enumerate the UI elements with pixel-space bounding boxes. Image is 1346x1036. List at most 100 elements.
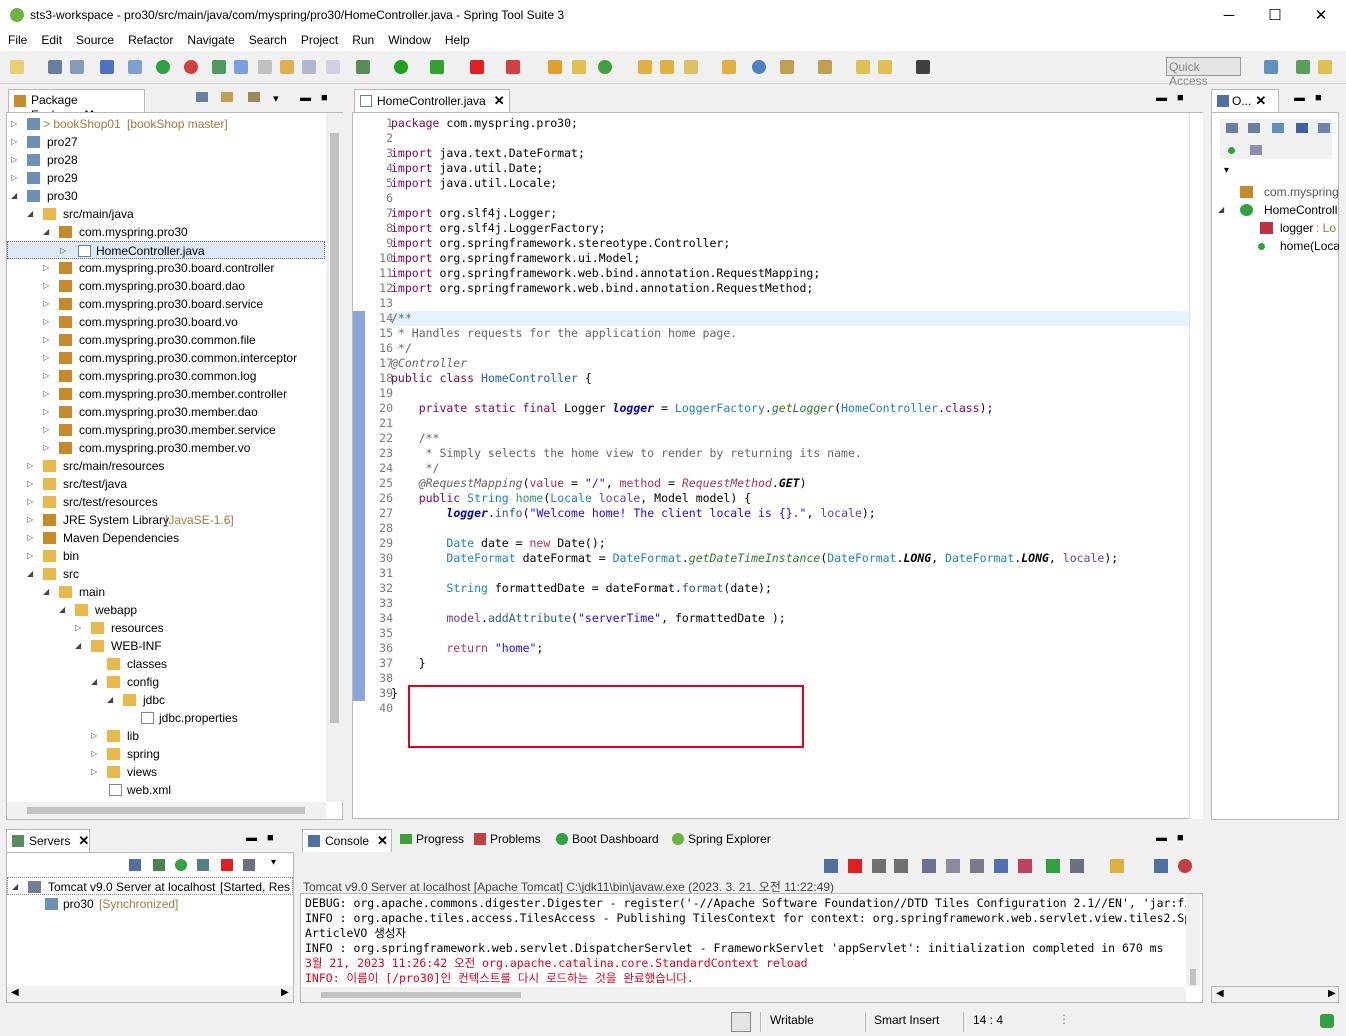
hide-fields-icon[interactable] — [1272, 123, 1284, 133]
close-icon[interactable]: ✕ — [494, 93, 505, 108]
view-menu-icon[interactable]: ▾ — [273, 93, 289, 105]
tree-item-bookshop01[interactable]: ▷ > bookShop01 [bookShop master] — [7, 115, 325, 133]
word-wrap-icon[interactable] — [970, 859, 984, 873]
menu-file[interactable]: File — [0, 31, 33, 47]
servers-horizontal-scrollbar[interactable]: ◀ ▶ — [7, 986, 293, 1002]
tab-spring-explorer[interactable]: Spring Explorer — [670, 832, 771, 846]
outline-item-class[interactable]: ◢ HomeControll — [1212, 201, 1339, 219]
forward-icon[interactable] — [916, 60, 930, 74]
boot-dashboard-icon[interactable] — [156, 60, 170, 74]
profile-server-icon[interactable] — [197, 859, 209, 871]
prev-annotation-icon[interactable] — [818, 60, 832, 74]
pe-vertical-scrollbar[interactable] — [326, 113, 343, 802]
open-folder-icon[interactable] — [638, 60, 652, 74]
open-type-icon[interactable] — [258, 60, 272, 74]
pin-console-icon[interactable] — [1046, 859, 1060, 873]
pencil-icon[interactable] — [684, 60, 698, 74]
tab-boot-dashboard[interactable]: Boot Dashboard — [554, 832, 659, 846]
server-item-pro30[interactable]: pro30 [Synchronized] — [7, 895, 293, 913]
minimize-icon[interactable]: ▬ — [1156, 92, 1177, 104]
run-icon[interactable] — [394, 60, 408, 74]
maximize-icon[interactable]: ■ — [321, 92, 338, 104]
collapse-all-icon[interactable] — [196, 92, 208, 102]
globe-icon[interactable] — [752, 60, 766, 74]
servers-minmax[interactable]: ▬■ — [246, 832, 284, 844]
menu-help[interactable]: Help — [437, 31, 476, 47]
tab-package-explorer[interactable]: Package Explorer✕ — [8, 89, 145, 122]
tab-outline[interactable]: O... ✕ — [1211, 89, 1279, 112]
spring-icon[interactable] — [184, 60, 198, 74]
pe-view-toolbar[interactable] — [196, 92, 256, 105]
remove-launch-icon[interactable] — [872, 859, 886, 873]
open-console-icon[interactable] — [1110, 859, 1124, 873]
last-edit-icon[interactable] — [856, 60, 870, 74]
skip-breakpoints-icon[interactable] — [128, 60, 142, 74]
console-vertical-scrollbar[interactable] — [1186, 894, 1200, 987]
remove-all-icon[interactable] — [894, 859, 908, 873]
minimize-icon[interactable]: ▬ — [1156, 832, 1177, 844]
save-icon[interactable] — [48, 60, 62, 74]
sort-icon[interactable] — [1248, 123, 1260, 133]
outline-item-package[interactable]: com.myspring — [1212, 183, 1339, 201]
open-perspective-icon[interactable] — [1264, 60, 1278, 74]
console-horizontal-scrollbar[interactable] — [301, 987, 1186, 1002]
editor-minmax[interactable]: ▬■ — [1156, 92, 1194, 104]
tab-homecontroller-java[interactable]: HomeController.java ✕ — [354, 89, 510, 112]
hide-local-types-icon[interactable] — [1250, 145, 1262, 155]
close-icon[interactable]: ✕ — [1255, 93, 1266, 108]
editor-overview-ruler[interactable] — [1189, 113, 1203, 819]
java-perspective-icon[interactable] — [1296, 60, 1310, 74]
minimize-icon[interactable]: ▬ — [1294, 92, 1315, 104]
brush-icon[interactable] — [234, 60, 248, 74]
collapse-all-icon[interactable] — [1226, 123, 1238, 133]
menu-project[interactable]: Project — [293, 31, 344, 47]
pe-menu[interactable]: ▾ — [248, 92, 289, 105]
outline-item-logger[interactable]: logger : Lo — [1212, 219, 1339, 237]
menu-search[interactable]: Search — [241, 31, 293, 47]
clear-console-icon[interactable] — [922, 859, 936, 873]
menu-navigate[interactable]: Navigate — [179, 31, 240, 47]
tab-console[interactable]: Console ✕ — [302, 829, 392, 852]
debug-icon[interactable] — [356, 60, 370, 74]
maximize-icon[interactable]: ■ — [1177, 832, 1194, 844]
outline-item-home[interactable]: home(Loca — [1212, 237, 1339, 255]
back-icon[interactable] — [878, 60, 892, 74]
close-icon[interactable]: ✕ — [377, 833, 388, 848]
run-external-icon[interactable] — [430, 60, 444, 74]
outline-minmax[interactable]: ▬■ — [1294, 92, 1332, 104]
minimize-icon[interactable]: ▬ — [300, 92, 321, 104]
open-project-icon[interactable] — [660, 60, 674, 74]
maximize-console-icon[interactable] — [1178, 859, 1192, 873]
view-menu-icon[interactable]: ▾ — [271, 857, 276, 868]
minimize-icon[interactable]: ▬ — [246, 832, 267, 844]
scroll-lock-icon[interactable] — [946, 859, 960, 873]
close-icon[interactable]: ✕ — [78, 833, 89, 848]
maximize-icon[interactable]: ■ — [1177, 92, 1194, 104]
search-folder-icon[interactable] — [722, 60, 736, 74]
menu-edit[interactable]: Edit — [33, 31, 68, 47]
open-task-icon[interactable] — [280, 60, 294, 74]
tree-item-jre[interactable]: ▷ JRE System Library [JavaSE-1.6] — [7, 511, 325, 529]
new-icon[interactable] — [10, 60, 24, 74]
quick-access-input[interactable]: Quick Access — [1166, 57, 1241, 88]
menu-run[interactable]: Run — [344, 31, 380, 47]
collapse-icon[interactable] — [129, 859, 141, 871]
filter-icon[interactable] — [248, 92, 260, 102]
coverage-icon[interactable] — [506, 60, 520, 74]
new-package-icon[interactable] — [572, 60, 586, 74]
tab-problems[interactable]: Problems — [472, 832, 541, 846]
save-all-icon[interactable] — [70, 60, 84, 74]
menu-refactor[interactable]: Refactor — [120, 31, 179, 47]
new-class-icon[interactable] — [598, 60, 612, 74]
show-stdout-icon[interactable] — [994, 859, 1008, 873]
show-stderr-icon[interactable] — [1018, 859, 1032, 873]
publish-icon[interactable] — [243, 859, 255, 871]
menu-source[interactable]: Source — [68, 31, 120, 47]
link-editor-icon[interactable] — [221, 92, 234, 102]
tab-servers[interactable]: Servers ✕ — [6, 829, 90, 852]
code-editor[interactable]: 1 2 3 4 5 6 7 8 9 10 11 12 13 14 15 16 17 18 19 20 21 22 23 24 2… — [352, 112, 1203, 819]
outline-horizontal-scrollbar[interactable]: ◀ ▶ — [1211, 986, 1339, 1003]
menu-window[interactable]: Window — [380, 31, 437, 47]
display-console-icon[interactable] — [1070, 859, 1084, 873]
view-menu-icon[interactable]: ▾ — [1224, 165, 1229, 176]
